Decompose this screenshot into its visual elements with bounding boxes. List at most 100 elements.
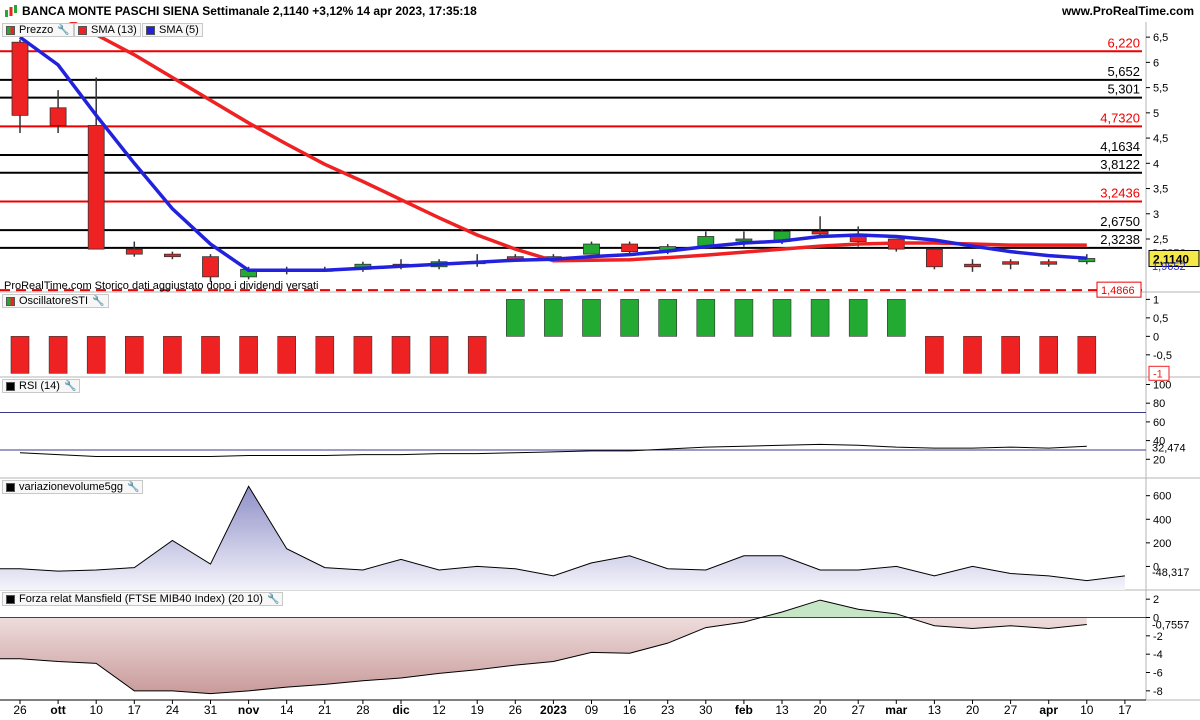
candle-body bbox=[49, 107, 67, 126]
mansfield-swatch-icon bbox=[6, 594, 15, 604]
level-label: 6,220 bbox=[1107, 35, 1140, 50]
legend-price[interactable]: Prezzo 🔧 bbox=[2, 23, 74, 37]
candle-body bbox=[87, 125, 105, 250]
level-label: 5,652 bbox=[1107, 64, 1140, 79]
legend-price-label: Prezzo bbox=[19, 24, 54, 36]
sti-bar bbox=[277, 336, 297, 374]
x-tick-label: mar bbox=[885, 703, 907, 717]
candle-body bbox=[964, 263, 981, 268]
candle-body bbox=[125, 248, 143, 255]
y-tick-label: 3,5 bbox=[1153, 184, 1168, 196]
level-label: 3,2436 bbox=[1100, 185, 1140, 200]
sti-bar bbox=[582, 299, 601, 337]
sti-bar bbox=[467, 336, 487, 374]
x-tick-label: 14 bbox=[280, 703, 294, 717]
chart-canvas: 6,220 5,652 5,301 4,7320 4,1634 3,8122 3,2436 2… bbox=[0, 22, 1200, 717]
y-tick-label: 60 bbox=[1153, 417, 1165, 429]
sti-bar bbox=[10, 336, 30, 374]
x-tick-label: 10 bbox=[1080, 703, 1094, 717]
sti-bar bbox=[696, 299, 716, 337]
y-tick-label: 6 bbox=[1153, 57, 1159, 69]
y-tick-label: -6 bbox=[1153, 668, 1163, 680]
x-tick-label: 13 bbox=[928, 703, 942, 717]
volume-area bbox=[0, 486, 1125, 590]
y-tick-label: 2 bbox=[1153, 594, 1159, 606]
data-note: ProRealTime.com Storico dati aggiustato … bbox=[4, 280, 319, 292]
legend-mansfield-label: Forza relat Mansfield (FTSE MIB40 Index)… bbox=[19, 593, 263, 605]
y-tick-label: -4 bbox=[1153, 649, 1163, 661]
wrench-icon[interactable]: 🔧 bbox=[267, 594, 279, 605]
sti-bar bbox=[1039, 336, 1058, 374]
legend-sti[interactable]: OscillatoreSTI 🔧 bbox=[2, 294, 109, 308]
wrench-icon[interactable]: 🔧 bbox=[57, 25, 69, 36]
legend-sma13[interactable]: SMA (13) bbox=[74, 23, 141, 37]
candle-body bbox=[11, 41, 29, 116]
candle-body bbox=[163, 253, 181, 258]
y-tick-label: 400 bbox=[1153, 514, 1171, 526]
legend-sma5[interactable]: SMA (5) bbox=[142, 23, 203, 37]
y-tick-label: 80 bbox=[1153, 398, 1165, 410]
sti-swatch-icon bbox=[6, 296, 15, 306]
rsi-swatch-icon bbox=[6, 381, 15, 391]
level-label: 2,6750 bbox=[1100, 214, 1140, 229]
x-tick-label: 16 bbox=[623, 703, 637, 717]
sma5-line bbox=[18, 35, 1087, 273]
wrench-icon[interactable]: 🔧 bbox=[64, 381, 76, 392]
y-tick-label: 6,5 bbox=[1153, 32, 1168, 44]
legend-mansfield[interactable]: Forza relat Mansfield (FTSE MIB40 Index)… bbox=[2, 592, 284, 606]
candle-body bbox=[1002, 261, 1019, 265]
y-tick-label: 200 bbox=[1153, 538, 1171, 550]
legend-sti-label: OscillatoreSTI bbox=[19, 295, 89, 307]
wrench-icon[interactable]: 🔧 bbox=[127, 482, 139, 493]
y-tick-label: 1 bbox=[1153, 294, 1159, 306]
y-tick-label: 3 bbox=[1153, 209, 1159, 221]
y-tick-label: 2,5 bbox=[1153, 234, 1168, 246]
x-tick-label: 26 bbox=[13, 703, 27, 717]
x-tick-label: 27 bbox=[1004, 703, 1018, 717]
legend-rsi-label: RSI (14) bbox=[19, 380, 60, 392]
legend-rsi[interactable]: RSI (14) 🔧 bbox=[2, 379, 81, 393]
y-tick-label: -0,5 bbox=[1153, 350, 1172, 362]
legend-volume[interactable]: variazionevolume5gg 🔧 bbox=[2, 480, 144, 494]
candle-body bbox=[1040, 261, 1058, 265]
x-tick-label: 17 bbox=[1118, 703, 1132, 717]
legend-volume-label: variazionevolume5gg bbox=[19, 481, 123, 493]
sti-bar bbox=[963, 336, 982, 374]
legend-sma5-label: SMA (5) bbox=[159, 24, 199, 36]
x-tick-label: nov bbox=[238, 703, 260, 717]
y-tick-label: -2 bbox=[1153, 631, 1163, 643]
level-label: 5,301 bbox=[1107, 82, 1140, 97]
level-label: 4,7320 bbox=[1100, 110, 1140, 125]
sti-bar bbox=[772, 299, 792, 337]
candle-body bbox=[735, 238, 753, 242]
candle-body bbox=[202, 256, 219, 278]
sti-bar bbox=[86, 336, 106, 374]
level-label: 4,1634 bbox=[1100, 139, 1140, 154]
candle-body bbox=[926, 248, 943, 268]
y-tick-label: 5 bbox=[1153, 108, 1159, 120]
sti-bar bbox=[48, 336, 68, 374]
sti-bar bbox=[201, 336, 220, 374]
mansfield-tag-label: -0,7557 bbox=[1152, 619, 1189, 631]
x-tick-label: feb bbox=[735, 703, 753, 717]
candle-body bbox=[811, 231, 829, 235]
x-tick-label: 17 bbox=[128, 703, 142, 717]
sma13-line bbox=[68, 22, 1087, 263]
wrench-icon[interactable]: 🔧 bbox=[92, 296, 104, 307]
x-tick-label: 19 bbox=[471, 703, 485, 717]
volume-swatch-icon bbox=[6, 482, 15, 492]
sma-tag-label: 1,9652 bbox=[1152, 261, 1186, 273]
sti-bar bbox=[1077, 336, 1097, 374]
x-tick-label: 20 bbox=[813, 703, 827, 717]
y-tick-label: 20 bbox=[1153, 454, 1165, 466]
rsi-tag-label: 32,474 bbox=[1152, 443, 1186, 455]
sti-bar bbox=[886, 299, 906, 337]
x-tick-label: 28 bbox=[356, 703, 370, 717]
x-tick-label: 2023 bbox=[540, 703, 567, 717]
x-tick-label: 10 bbox=[90, 703, 104, 717]
x-tick-label: 24 bbox=[166, 703, 180, 717]
sti-bar bbox=[125, 336, 144, 374]
sti-bar bbox=[925, 336, 944, 374]
y-tick-label: 100 bbox=[1153, 379, 1171, 391]
x-tick-label: apr bbox=[1039, 703, 1058, 717]
